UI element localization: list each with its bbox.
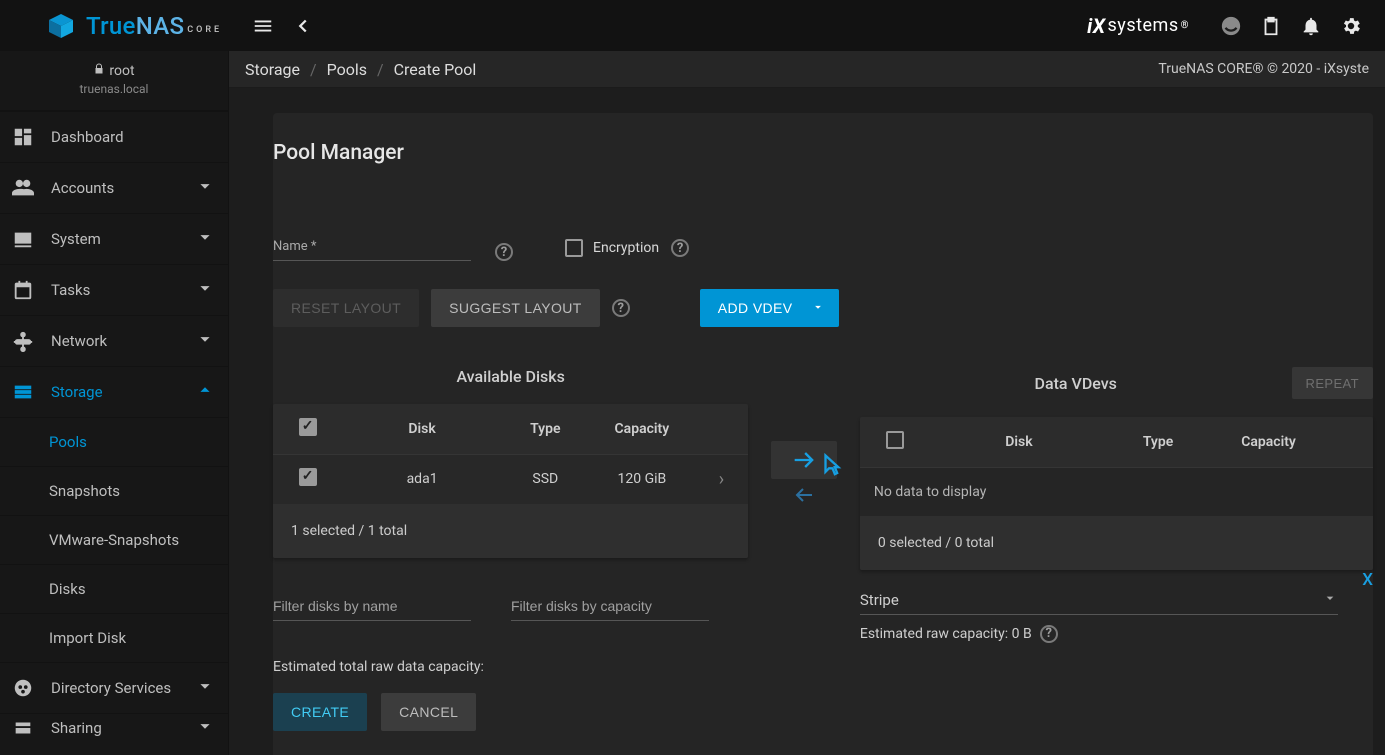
available-status: 1 selected / 1 total: [273, 504, 748, 558]
estimated-total-raw: Estimated total raw data capacity:: [273, 659, 748, 675]
chevron-down-icon: [194, 277, 216, 303]
chevron-down-icon: [194, 226, 216, 252]
cancel-button[interactable]: CANCEL: [381, 693, 476, 731]
encryption-label: Encryption: [593, 240, 659, 256]
subnav-import-disk[interactable]: Import Disk: [0, 613, 228, 662]
col-disk[interactable]: Disk: [929, 417, 1108, 467]
nav-network[interactable]: Network: [0, 316, 228, 366]
move-right-button[interactable]: [771, 441, 837, 479]
breadcrumb-pools[interactable]: Pools: [327, 60, 367, 79]
col-capacity[interactable]: Capacity: [589, 404, 695, 454]
vdevs-status: 0 selected / 0 total: [860, 516, 1373, 570]
breadcrumb-storage[interactable]: Storage: [245, 60, 300, 79]
data-vdevs-table: Disk Type Capacity: [860, 417, 1373, 468]
subnav-disks[interactable]: Disks: [0, 564, 228, 613]
col-disk[interactable]: Disk: [343, 404, 502, 454]
breadcrumb-create-pool[interactable]: Create Pool: [394, 60, 477, 79]
subnav-vmware-snapshots[interactable]: VMware-Snapshots: [0, 515, 228, 564]
notifications-icon[interactable]: [1291, 6, 1331, 46]
chevron-down-icon: [194, 175, 216, 201]
topbar: iXsystems®: [229, 0, 1385, 51]
vdevs-no-data: No data to display: [860, 468, 1373, 516]
help-icon[interactable]: ?: [612, 299, 630, 317]
help-icon[interactable]: ?: [495, 243, 513, 261]
available-disks-panel: Available Disks Disk Type Capacity: [273, 367, 748, 731]
vdev-layout-select[interactable]: Stripe: [860, 590, 1338, 615]
col-capacity[interactable]: Capacity: [1208, 417, 1329, 467]
create-button[interactable]: CREATE: [273, 693, 367, 731]
subnav-pools[interactable]: Pools: [0, 417, 228, 466]
expand-row-icon[interactable]: ›: [695, 454, 749, 504]
host-name: truenas.local: [0, 82, 228, 96]
move-left-button[interactable]: [771, 479, 837, 511]
truecommand-icon[interactable]: [1211, 6, 1251, 46]
breadcrumb-bar: Storage/ Pools/ Create Pool TrueNAS CORE…: [229, 51, 1385, 88]
data-vdevs-panel: Data VDevs REPEAT Disk Type Capacity: [860, 367, 1373, 643]
table-row[interactable]: ada1 SSD 120 GiB ›: [273, 454, 748, 504]
row-checkbox[interactable]: [299, 468, 317, 486]
select-all-checkbox[interactable]: [886, 431, 904, 449]
remove-vdev-button[interactable]: X: [1362, 570, 1373, 590]
help-icon[interactable]: ?: [671, 239, 689, 257]
page-title: Pool Manager: [273, 141, 1373, 193]
nav-system[interactable]: System: [0, 214, 228, 264]
ixsystems-logo[interactable]: iXsystems®: [1087, 15, 1189, 37]
pool-name-field[interactable]: Name *: [273, 239, 471, 261]
suggest-layout-button[interactable]: SUGGEST LAYOUT: [431, 289, 600, 327]
chevron-down-icon: [194, 715, 216, 741]
nav-accounts[interactable]: Accounts: [0, 163, 228, 213]
nav: Dashboard Accounts System Tasks Network …: [0, 111, 228, 742]
chevron-down-icon: [811, 300, 825, 317]
menu-toggle-icon[interactable]: [243, 6, 283, 46]
add-vdev-button[interactable]: ADD VDEV: [700, 289, 839, 327]
encryption-checkbox[interactable]: [565, 239, 583, 257]
cell-disk: ada1: [343, 454, 502, 504]
copyright-text: TrueNAS CORE® © 2020 - iXsyste: [1158, 61, 1369, 77]
back-icon[interactable]: [283, 6, 323, 46]
cell-type: SSD: [502, 454, 590, 504]
chevron-down-icon: [194, 328, 216, 354]
vdev-raw-capacity: Estimated raw capacity: 0 B: [860, 626, 1032, 642]
available-disks-title: Available Disks: [273, 367, 748, 386]
data-vdevs-title: Data VDevs: [860, 374, 1292, 393]
sidebar: TrueNAS CORE root truenas.local Dashboar…: [0, 0, 229, 755]
select-all-checkbox[interactable]: [299, 418, 317, 436]
chevron-up-icon: [194, 379, 216, 405]
nav-dashboard[interactable]: Dashboard: [0, 112, 228, 162]
user-name: root: [109, 63, 134, 79]
help-icon[interactable]: ?: [1040, 625, 1058, 643]
cell-capacity: 120 GiB: [589, 454, 695, 504]
chevron-down-icon: [194, 675, 216, 701]
subnav-snapshots[interactable]: Snapshots: [0, 466, 228, 515]
reset-layout-button: RESET LAYOUT: [273, 289, 419, 327]
pool-name-label: Name *: [273, 239, 471, 260]
lock-icon: [93, 63, 105, 79]
transfer-arrows: [764, 367, 844, 511]
chevron-down-icon: [1322, 590, 1338, 610]
filter-disks-by-name-input[interactable]: [273, 594, 471, 621]
available-disks-table: Disk Type Capacity ada1 SSD: [273, 404, 748, 504]
pool-manager-card: Pool Manager Name * ? Encryption ? RESET…: [273, 113, 1373, 755]
col-type[interactable]: Type: [502, 404, 590, 454]
brand-logo-area[interactable]: TrueNAS CORE: [0, 0, 228, 51]
col-type[interactable]: Type: [1108, 417, 1207, 467]
repeat-button: REPEAT: [1292, 367, 1373, 399]
nav-storage[interactable]: Storage: [0, 367, 228, 417]
settings-icon[interactable]: [1331, 6, 1371, 46]
clipboard-icon[interactable]: [1251, 6, 1291, 46]
nav-directory-services[interactable]: Directory Services: [0, 663, 228, 713]
truenas-logo-icon: [46, 11, 76, 41]
nav-tasks[interactable]: Tasks: [0, 265, 228, 315]
user-box: root truenas.local: [0, 51, 228, 111]
filter-disks-by-capacity-input[interactable]: [511, 594, 709, 621]
nav-sharing[interactable]: Sharing: [0, 714, 228, 742]
brand-text: TrueNAS CORE: [86, 12, 222, 40]
